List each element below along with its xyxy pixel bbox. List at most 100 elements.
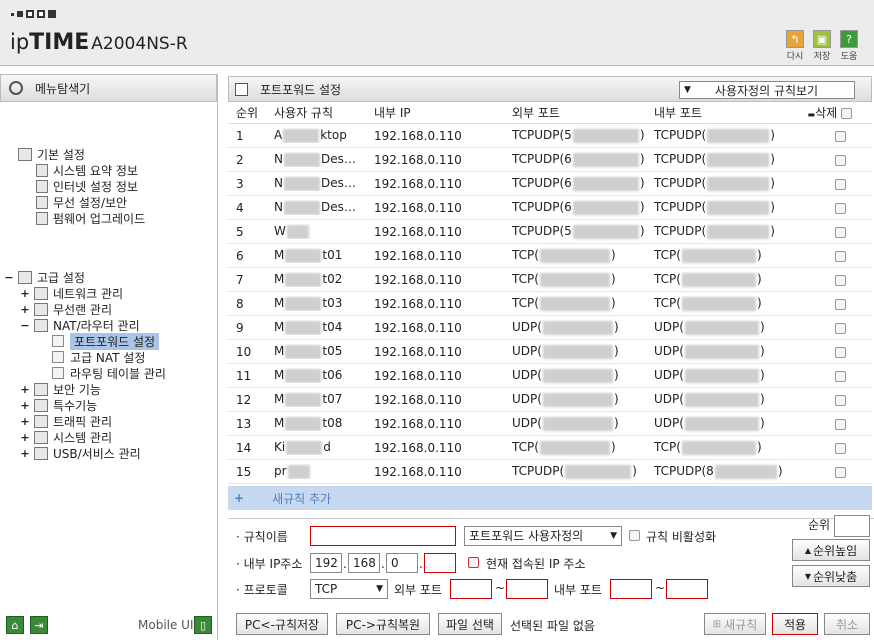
delete-all-header[interactable]: ▬삭제: [800, 104, 860, 121]
row-delete-checkbox[interactable]: [835, 226, 846, 238]
row-order: 9: [236, 320, 244, 335]
row-delete-checkbox[interactable]: [835, 178, 846, 190]
menu-item-usb[interactable]: + USB/서비스 관리: [20, 445, 141, 461]
row-delete-checkbox[interactable]: [835, 250, 846, 262]
row-internal-ip: 192.168.0.110: [374, 272, 462, 287]
table-row[interactable]: 5 W 192.168.0.110 TCPUDP(5) TCPUDP(): [228, 220, 872, 244]
ip-octet-3[interactable]: 0: [386, 553, 418, 573]
row-delete-checkbox[interactable]: [835, 298, 846, 310]
menu-item-nat[interactable]: − NAT/라우터 관리: [20, 317, 140, 333]
table-row[interactable]: 11 Mt06 192.168.0.110 UDP() UDP(): [228, 364, 872, 388]
int-port-end-input[interactable]: [666, 579, 708, 599]
row-internal-port: TCPUDP(): [654, 176, 775, 191]
table-row[interactable]: 10 Mt05 192.168.0.110 UDP() UDP(): [228, 340, 872, 364]
new-rule-button[interactable]: ⊞ 새규칙: [704, 613, 766, 635]
row-delete-checkbox[interactable]: [835, 202, 846, 214]
cancel-button[interactable]: 취소: [824, 613, 870, 635]
table-row[interactable]: 2 N Des… 192.168.0.110 TCPUDP(6) TCPUDP(): [228, 148, 872, 172]
row-delete-checkbox[interactable]: [835, 274, 846, 286]
row-rule-name: Mt06: [274, 368, 343, 383]
table-row[interactable]: 7 Mt02 192.168.0.110 TCP() TCP(): [228, 268, 872, 292]
add-rule-row[interactable]: + 새규칙 추가: [228, 486, 872, 510]
menu-explorer-header: 메뉴탐색기: [0, 74, 217, 102]
mobile-ui-link[interactable]: Mobile UI: [138, 618, 194, 632]
preset-select[interactable]: 포트포워드 사용자정의 ▼: [464, 526, 622, 546]
table-row[interactable]: 13 Mt08 192.168.0.110 UDP() UDP(): [228, 412, 872, 436]
rule-view-select[interactable]: ▼ 사용자정의 규칙보기: [679, 81, 855, 99]
row-external-port: TCPUDP(5): [512, 128, 645, 143]
table-row[interactable]: 3 N Des… 192.168.0.110 TCPUDP(6) TCPUDP(): [228, 172, 872, 196]
table-row[interactable]: 4 N Des… 192.168.0.110 TCPUDP(6) TCPUDP(): [228, 196, 872, 220]
file-select-button[interactable]: 파일 선택: [438, 613, 502, 635]
row-delete-checkbox[interactable]: [835, 322, 846, 334]
apply-button[interactable]: 적용: [772, 613, 818, 635]
menu-item-network[interactable]: + 네트워크 관리: [20, 285, 123, 301]
help-button[interactable]: ? 도움: [838, 30, 860, 62]
mobile-icon[interactable]: ▯: [194, 616, 212, 634]
row-order: 15: [236, 464, 252, 479]
order-input[interactable]: [834, 515, 870, 537]
table-row[interactable]: 14 Ki d 192.168.0.110 TCP() TCP(): [228, 436, 872, 460]
row-rule-name: pr: [270, 464, 370, 479]
menu-item-port-forward[interactable]: 포트포워드 설정: [52, 332, 160, 350]
pc-save-rules-button[interactable]: PC<-규칙저장: [236, 613, 328, 635]
chart-icon: [36, 163, 48, 177]
row-delete-checkbox[interactable]: [835, 370, 846, 382]
row-external-port: TCP(): [512, 296, 616, 311]
menu-item-routing-table[interactable]: 라우팅 테이블 관리: [52, 365, 166, 381]
row-delete-checkbox[interactable]: [835, 130, 846, 142]
menu-item-system[interactable]: + 시스템 관리: [20, 429, 112, 445]
collapse-toggle[interactable]: −: [4, 271, 14, 284]
menu-item-firmware[interactable]: 펌웨어 업그레이드: [36, 210, 145, 226]
menu-item-security[interactable]: + 보안 기능: [20, 381, 101, 397]
row-delete-checkbox[interactable]: [835, 346, 846, 358]
row-rule-name: W: [270, 224, 370, 239]
ext-port-end-input[interactable]: [506, 579, 548, 599]
table-row[interactable]: 8 Mt03 192.168.0.110 TCP() TCP(): [228, 292, 872, 316]
table-row[interactable]: 12 Mt07 192.168.0.110 UDP() UDP(): [228, 388, 872, 412]
menu-item-system-summary[interactable]: 시스템 요약 정보: [36, 162, 138, 178]
ip-octet-2[interactable]: 168: [348, 553, 380, 573]
logout-icon[interactable]: ⇥: [30, 616, 48, 634]
undo-button[interactable]: ↰ 다시: [784, 30, 806, 62]
table-row[interactable]: 15 pr 192.168.0.110 TCPUDP() TCPUDP(8): [228, 460, 872, 484]
row-delete-checkbox[interactable]: [835, 394, 846, 406]
protocol-select[interactable]: TCP ▼: [310, 579, 388, 599]
undo-icon: ↰: [786, 30, 804, 48]
ip-octet-4[interactable]: [424, 553, 456, 573]
menu-item-traffic[interactable]: + 트래픽 관리: [20, 413, 112, 429]
row-internal-ip: 192.168.0.110: [374, 416, 462, 431]
save-button[interactable]: ▣ 저장: [811, 30, 833, 62]
menu-group-basic[interactable]: 기본 설정: [18, 146, 85, 162]
table-row[interactable]: 6 Mt01 192.168.0.110 TCP() TCP(): [228, 244, 872, 268]
menu-item-wlan[interactable]: + 무선랜 관리: [20, 301, 112, 317]
no-file-label: 선택된 파일 없음: [510, 619, 595, 633]
select-all-checkbox[interactable]: [841, 108, 852, 119]
row-delete-checkbox[interactable]: [835, 466, 846, 478]
ip-octet-1[interactable]: 192: [310, 553, 342, 573]
menu-group-advanced[interactable]: − 고급 설정: [4, 269, 85, 285]
menu-item-internet[interactable]: 인터넷 설정 정보: [36, 178, 138, 194]
current-ip-checkbox[interactable]: [468, 557, 479, 568]
row-rule-name: N Des…: [274, 200, 356, 215]
menu-item-special[interactable]: + 특수기능: [20, 397, 97, 413]
int-port-start-input[interactable]: [610, 579, 652, 599]
table-row[interactable]: 9 Mt04 192.168.0.110 UDP() UDP(): [228, 316, 872, 340]
order-down-button[interactable]: ▼ 순위낮춤: [792, 565, 870, 587]
row-delete-checkbox[interactable]: [835, 418, 846, 430]
port-forward-panel: 포트포워드 설정 ▼ 사용자정의 규칙보기 순위 사용자 규칙 내부 IP 외부 …: [228, 74, 874, 640]
ext-port-start-input[interactable]: [450, 579, 492, 599]
row-delete-checkbox[interactable]: [835, 154, 846, 166]
menu-item-wireless[interactable]: 무선 설정/보안: [36, 194, 127, 210]
home-icon[interactable]: ⌂: [6, 616, 24, 634]
table-row[interactable]: 1 Aktop 192.168.0.110 TCPUDP(5) TCPUDP(): [228, 124, 872, 148]
rule-name-input[interactable]: [310, 526, 456, 546]
router-icon: [34, 318, 48, 332]
row-delete-checkbox[interactable]: [835, 442, 846, 454]
disable-rule-checkbox[interactable]: [629, 530, 640, 541]
menu-item-advanced-nat[interactable]: 고급 NAT 설정: [52, 349, 145, 365]
row-external-port: TCPUDP(6): [512, 176, 645, 191]
order-up-button[interactable]: ▲ 순위높임: [792, 539, 870, 561]
pc-restore-rules-button[interactable]: PC->규칙복원: [336, 613, 430, 635]
traffic-icon: [34, 414, 48, 428]
